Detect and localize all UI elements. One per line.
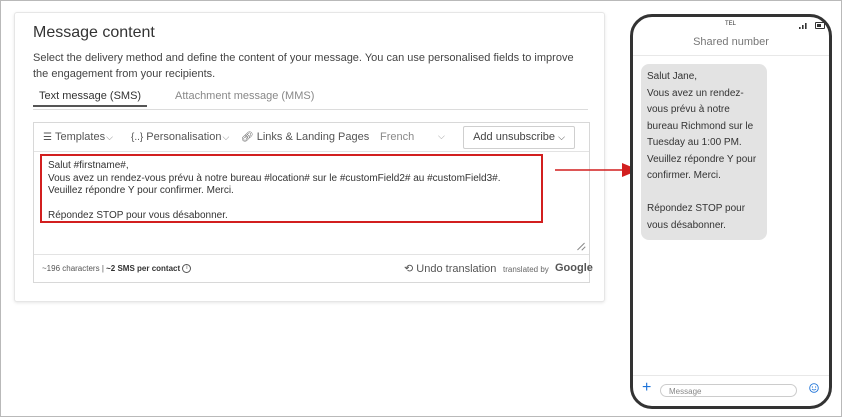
personalisation-icon: {..} xyxy=(131,132,144,143)
undo-translation-button[interactable]: ⟲ Undo translation xyxy=(404,262,496,275)
card-title: Message content xyxy=(33,24,155,41)
chars-label: ~196 characters | xyxy=(42,264,107,273)
tab-mms[interactable]: Attachment message (MMS) xyxy=(175,90,314,102)
sms-bubble: Salut Jane, Vous avez un rendez-vous pré… xyxy=(641,64,767,240)
card-description: Select the delivery method and define th… xyxy=(33,52,574,80)
carrier-label: TEL xyxy=(725,21,737,27)
templates-label: Templates xyxy=(54,131,106,143)
translated-by-label: translated by xyxy=(503,265,549,274)
resize-handle[interactable] xyxy=(577,242,585,250)
message-textarea[interactable]: Salut #firstname#, Vous avez un rendez-v… xyxy=(34,152,589,252)
editor-footer: ~196 characters | ~2 SMS per contact i ⟲… xyxy=(34,254,593,282)
links-label: Links & Landing Pages xyxy=(256,131,370,143)
add-unsubscribe-label: Add unsubscribe xyxy=(473,131,556,143)
personalisation-label: Personalisation xyxy=(146,131,222,143)
signal-icon xyxy=(799,23,807,29)
google-logo: Google xyxy=(555,262,593,274)
phone-header: TEL Shared number xyxy=(633,17,829,56)
undo-icon: ⟲ xyxy=(404,263,414,275)
character-count: ~196 characters | ~2 SMS per contact i xyxy=(42,264,192,274)
emoji-icon[interactable] xyxy=(809,383,819,393)
phone-sender: Shared number xyxy=(693,36,769,48)
phone-preview: TEL Shared number Salut Jane, Vous avez … xyxy=(630,14,832,409)
chevron-down-icon: ⌵ xyxy=(106,132,113,142)
message-type-tabs: Text message (SMS) Attachment message (M… xyxy=(32,90,588,110)
message-text[interactable]: Salut #firstname#, Vous avez un rendez-v… xyxy=(40,154,543,223)
template-icon: ☰ xyxy=(43,132,52,143)
sms-count: ~2 SMS per contact xyxy=(106,264,181,273)
tab-sms[interactable]: Text message (SMS) xyxy=(32,90,148,107)
link-icon: 🔗︎ xyxy=(241,132,254,143)
message-content-card: Message content Select the delivery meth… xyxy=(14,12,605,302)
message-editor: ☰ Templates⌵ {..} Personalisation⌵ 🔗︎ Links… xyxy=(33,122,593,283)
language-select[interactable]: French xyxy=(380,131,414,143)
phone-message-input[interactable]: Message xyxy=(660,384,797,397)
add-unsubscribe-button[interactable]: Add unsubscribe ⌵ xyxy=(463,126,575,149)
chevron-down-icon: ⌵ xyxy=(558,132,565,142)
templates-button[interactable]: ☰ Templates⌵ xyxy=(43,131,113,143)
editor-toolbar: ☰ Templates⌵ {..} Personalisation⌵ 🔗︎ Links… xyxy=(34,123,589,152)
info-icon[interactable]: i xyxy=(182,264,192,274)
phone-compose-bar: + Message xyxy=(633,375,829,406)
undo-label: Undo translation xyxy=(416,263,497,275)
plus-icon[interactable]: + xyxy=(642,379,651,397)
arrow-icon xyxy=(555,163,639,177)
personalisation-button[interactable]: {..} Personalisation⌵ xyxy=(131,131,229,143)
chevron-down-icon: ⌵ xyxy=(222,132,230,142)
links-button[interactable]: 🔗︎ Links & Landing Pages xyxy=(241,131,369,143)
chevron-down-icon: ⌵ xyxy=(438,131,445,141)
battery-icon xyxy=(815,22,825,29)
